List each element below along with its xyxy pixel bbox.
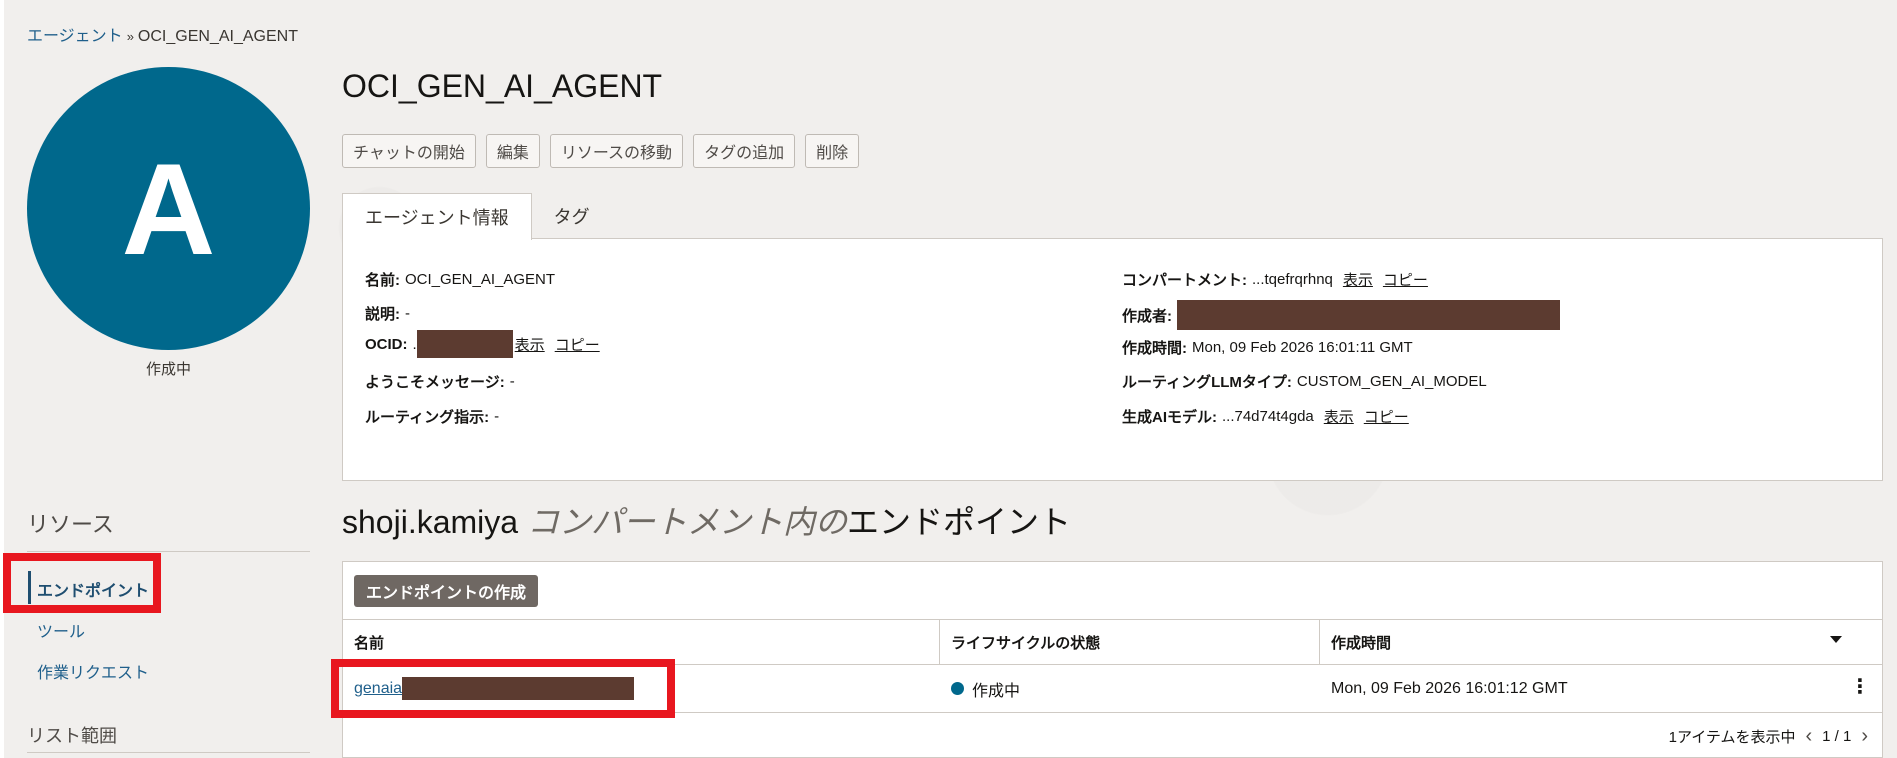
info-name-value: OCI_GEN_AI_AGENT [405,271,556,288]
info-ocid-label: OCID: [365,335,408,353]
detail-tabs: エージェント情報 タグ [342,193,612,240]
compartment-copy-link[interactable]: コピー [1383,269,1428,290]
info-welcome-label: ようこそメッセージ: [365,374,505,391]
section-compartment-phrase: コンパートメント内の [526,504,847,540]
ocid-show-link[interactable]: 表示 [515,334,545,355]
section-suffix: エンドポイント [846,504,1071,540]
redacted-ocid [416,330,513,358]
lifecycle-state-cell: 作成中 [951,665,1020,712]
move-resource-button[interactable]: リソースの移動 [549,134,684,168]
list-scope-title: リスト範囲 [27,726,117,746]
page-indicator: 1 / 1 [1822,728,1852,745]
avatar-status: 作成中 [145,361,191,378]
info-compartment-label: コンパートメント: [1122,272,1247,289]
tab-tags[interactable]: タグ [532,193,612,239]
row-actions-kebab-icon[interactable]: ⋮ [1850,677,1870,697]
info-name: 名前: OCI_GEN_AI_AGENT [365,269,555,290]
model-show-link[interactable]: 表示 [1324,406,1354,427]
avatar-letter: A [121,135,216,282]
info-created-value: Mon, 09 Feb 2026 16:01:11 GMT [1192,339,1413,356]
ocid-copy-link[interactable]: コピー [555,334,600,355]
resources-title: リソース [27,512,114,537]
next-page-icon[interactable]: › [1861,725,1868,748]
info-created-label: 作成時間: [1122,340,1187,357]
info-routing-instructions: ルーティング指示: - [365,406,499,427]
info-routing-llm-type: ルーティングLLMタイプ: CUSTOM_GEN_AI_MODEL [1122,371,1487,392]
resources-divider [27,551,310,552]
info-welcome-message: ようこそメッセージ: - [365,371,515,392]
info-llm-type-label: ルーティングLLMタイプ: [1122,374,1292,391]
info-name-label: 名前: [365,272,400,289]
breadcrumb-current: OCI_GEN_AI_AGENT [137,28,298,45]
created-time-cell: Mon, 09 Feb 2026 16:01:12 GMT [1331,679,1568,697]
info-routing-value: - [494,408,500,425]
endpoints-section-title: shoji.kamiya コンパートメント内のエンドポイント [342,497,1071,543]
info-welcome-value: - [509,373,515,390]
redacted-creator [1177,300,1560,330]
info-llm-type-value: CUSTOM_GEN_AI_MODEL [1296,373,1487,390]
breadcrumb: エージェント» OCI_GEN_AI_AGENT [27,22,298,46]
model-copy-link[interactable]: コピー [1364,406,1409,427]
info-description-value: - [405,305,410,322]
breadcrumb-agents-link[interactable]: エージェント [27,28,123,45]
info-creator-label: 作成者: [1122,307,1172,325]
info-description-label: 説明: [365,306,400,323]
info-compartment-value: ...tqefrqrhnq [1252,271,1333,288]
column-header-lifecycle-state[interactable]: ライフサイクルの状態 [939,620,1319,664]
status-dot-icon [951,682,964,695]
info-model-label: 生成AIモデル: [1122,409,1217,426]
section-compartment-name: shoji.kamiya [342,504,519,540]
compartment-show-link[interactable]: 表示 [1343,269,1373,290]
edit-button[interactable]: 編集 [485,134,540,168]
add-tags-button[interactable]: タグの追加 [693,134,796,168]
info-created-time: 作成時間: Mon, 09 Feb 2026 16:01:11 GMT [1122,337,1413,358]
action-bar: チャットの開始 編集 リソースの移動 タグの追加 削除 [342,134,860,168]
lifecycle-state-value: 作成中 [972,682,1021,700]
sidebar-item-work-requests[interactable]: 作業リクエスト [37,659,149,683]
tab-agent-info[interactable]: エージェント情報 [342,193,532,240]
info-model-value: ...74d74t4gda [1222,408,1314,425]
info-description: 説明: - [365,303,410,324]
page-title: OCI_GEN_AI_AGENT [342,68,663,104]
delete-button[interactable]: 削除 [805,134,860,168]
item-count-text: 1アイテムを表示中 [1668,729,1796,746]
table-footer: 1アイテムを表示中 ‹ 1 / 1 › [1669,725,1868,748]
sort-desc-icon[interactable] [1830,636,1842,643]
agent-info-panel: 名前: OCI_GEN_AI_AGENT 説明: - OCID:. 表示 コピー ようこ… [342,238,1883,481]
create-endpoint-button[interactable]: エンドポイントの作成 [354,575,539,607]
info-compartment: コンパートメント: ...tqefrqrhnq 表示 コピー [1122,269,1428,290]
start-chat-button[interactable]: チャットの開始 [342,134,476,168]
list-scope-divider [27,752,310,753]
highlight-box-endpoint-row [331,659,675,718]
column-header-created[interactable]: 作成時間 [1319,620,1882,664]
prev-page-icon[interactable]: ‹ [1805,725,1812,748]
agent-avatar: A [27,67,310,350]
left-edge [0,0,4,758]
breadcrumb-separator: » [126,29,134,44]
info-ocid: OCID:. 表示 コピー [365,330,600,358]
column-header-name[interactable]: 名前 [343,620,939,664]
highlight-box-endpoints [3,553,161,613]
info-creator: 作成者: [1122,300,1560,330]
info-routing-label: ルーティング指示: [365,409,490,426]
sidebar-item-tools[interactable]: ツール [37,618,85,642]
info-genai-model: 生成AIモデル: ...74d74t4gda 表示 コピー [1122,406,1409,427]
